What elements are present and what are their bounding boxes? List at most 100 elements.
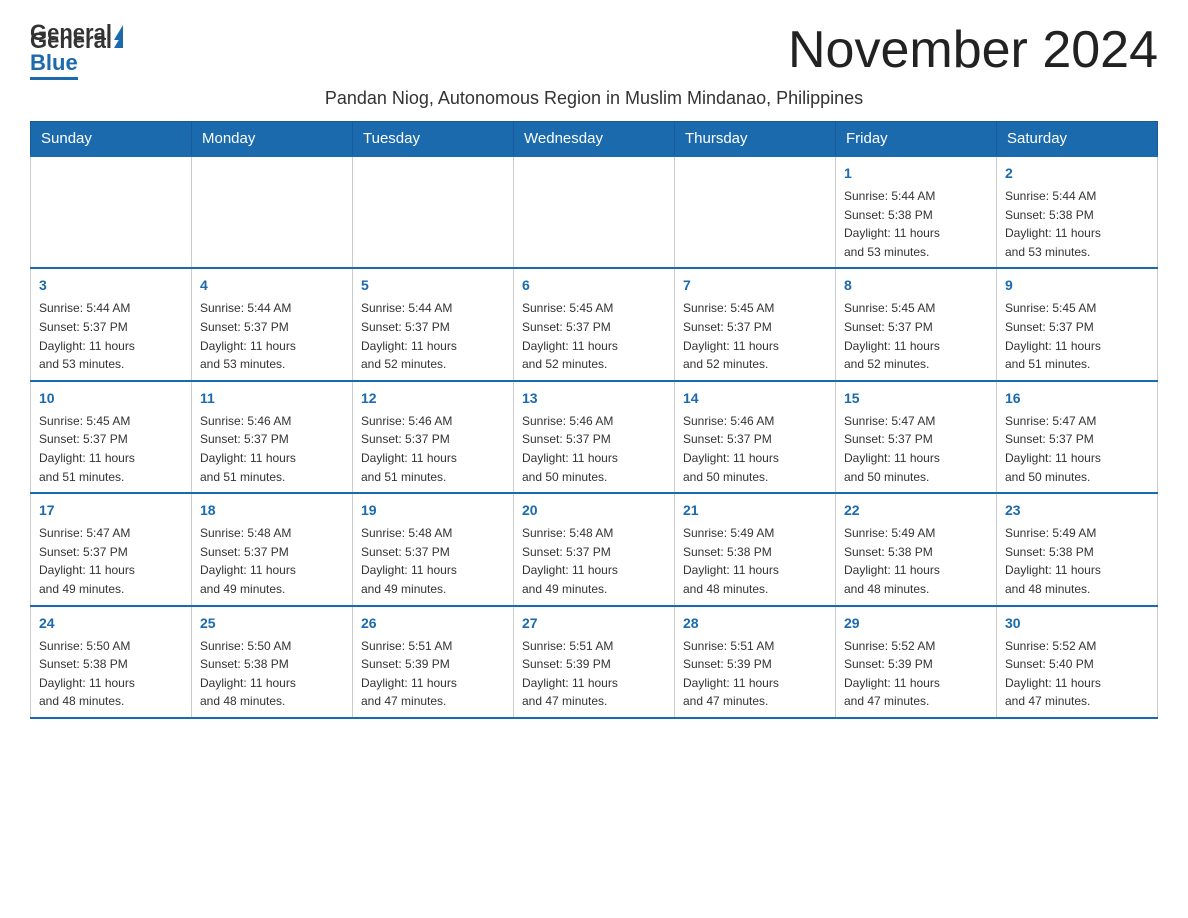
logo-blue-text: Blue <box>30 50 78 75</box>
day-number: 20 <box>522 500 666 521</box>
day-info: Sunrise: 5:46 AM Sunset: 5:37 PM Dayligh… <box>361 412 505 486</box>
col-header-wednesday: Wednesday <box>514 122 675 157</box>
calendar-cell: 3 Sunrise: 5:44 AM Sunset: 5:37 PM Daylig… <box>31 268 192 380</box>
calendar-cell: 2 Sunrise: 5:44 AM Sunset: 5:38 PM Daylig… <box>997 156 1158 268</box>
subtitle: Pandan Niog, Autonomous Region in Muslim… <box>30 88 1158 109</box>
day-info: Sunrise: 5:51 AM Sunset: 5:39 PM Dayligh… <box>683 637 827 711</box>
day-number: 7 <box>683 275 827 296</box>
day-number: 4 <box>200 275 344 296</box>
calendar-header-row: SundayMondayTuesdayWednesdayThursdayFrid… <box>31 122 1158 157</box>
col-header-monday: Monday <box>192 122 353 157</box>
calendar-cell: 14 Sunrise: 5:46 AM Sunset: 5:37 PM Dayli… <box>675 381 836 493</box>
day-info: Sunrise: 5:44 AM Sunset: 5:38 PM Dayligh… <box>844 187 988 261</box>
day-info: Sunrise: 5:46 AM Sunset: 5:37 PM Dayligh… <box>522 412 666 486</box>
day-number: 2 <box>1005 163 1149 184</box>
day-number: 19 <box>361 500 505 521</box>
calendar-cell: 1 Sunrise: 5:44 AM Sunset: 5:38 PM Daylig… <box>836 156 997 268</box>
calendar-cell: 10 Sunrise: 5:45 AM Sunset: 5:37 PM Dayli… <box>31 381 192 493</box>
calendar-cell: 26Sunrise: 5:51 AM Sunset: 5:39 PM Dayli… <box>353 606 514 718</box>
col-header-saturday: Saturday <box>997 122 1158 157</box>
day-info: Sunrise: 5:51 AM Sunset: 5:39 PM Dayligh… <box>361 637 505 711</box>
calendar-week-2: 3 Sunrise: 5:44 AM Sunset: 5:37 PM Daylig… <box>31 268 1158 380</box>
day-number: 15 <box>844 388 988 409</box>
day-info: Sunrise: 5:48 AM Sunset: 5:37 PM Dayligh… <box>200 524 344 598</box>
day-info: Sunrise: 5:48 AM Sunset: 5:37 PM Dayligh… <box>522 524 666 598</box>
day-number: 11 <box>200 388 344 409</box>
day-info: Sunrise: 5:44 AM Sunset: 5:38 PM Dayligh… <box>1005 187 1149 261</box>
calendar-cell: 20 Sunrise: 5:48 AM Sunset: 5:37 PM Dayli… <box>514 493 675 605</box>
page-header: General General Blue November 2024 <box>30 20 1158 80</box>
calendar-cell: 22Sunrise: 5:49 AM Sunset: 5:38 PM Dayli… <box>836 493 997 605</box>
month-title: November 2024 <box>788 20 1158 80</box>
calendar-cell: 24 Sunrise: 5:50 AM Sunset: 5:38 PM Dayli… <box>31 606 192 718</box>
day-info: Sunrise: 5:50 AM Sunset: 5:38 PM Dayligh… <box>39 637 183 711</box>
day-info: Sunrise: 5:44 AM Sunset: 5:37 PM Dayligh… <box>361 299 505 373</box>
calendar-cell: 17Sunrise: 5:47 AM Sunset: 5:37 PM Dayli… <box>31 493 192 605</box>
calendar-cell: 25 Sunrise: 5:50 AM Sunset: 5:38 PM Dayli… <box>192 606 353 718</box>
day-number: 12 <box>361 388 505 409</box>
day-number: 28 <box>683 613 827 634</box>
day-number: 3 <box>39 275 183 296</box>
calendar-cell: 21 Sunrise: 5:49 AM Sunset: 5:38 PM Dayli… <box>675 493 836 605</box>
day-number: 24 <box>39 613 183 634</box>
day-info: Sunrise: 5:50 AM Sunset: 5:38 PM Dayligh… <box>200 637 344 711</box>
calendar-cell <box>31 156 192 268</box>
calendar-cell: 8 Sunrise: 5:45 AM Sunset: 5:37 PM Daylig… <box>836 268 997 380</box>
col-header-friday: Friday <box>836 122 997 157</box>
calendar-cell <box>514 156 675 268</box>
day-number: 6 <box>522 275 666 296</box>
calendar-cell: 4 Sunrise: 5:44 AM Sunset: 5:37 PM Daylig… <box>192 268 353 380</box>
day-info: Sunrise: 5:49 AM Sunset: 5:38 PM Dayligh… <box>844 524 988 598</box>
calendar-week-1: 1 Sunrise: 5:44 AM Sunset: 5:38 PM Daylig… <box>31 156 1158 268</box>
day-info: Sunrise: 5:52 AM Sunset: 5:39 PM Dayligh… <box>844 637 988 711</box>
day-info: Sunrise: 5:44 AM Sunset: 5:37 PM Dayligh… <box>200 299 344 373</box>
col-header-sunday: Sunday <box>31 122 192 157</box>
calendar-cell: 15 Sunrise: 5:47 AM Sunset: 5:37 PM Dayli… <box>836 381 997 493</box>
day-number: 9 <box>1005 275 1149 296</box>
calendar-cell <box>675 156 836 268</box>
day-info: Sunrise: 5:49 AM Sunset: 5:38 PM Dayligh… <box>1005 524 1149 598</box>
day-info: Sunrise: 5:49 AM Sunset: 5:38 PM Dayligh… <box>683 524 827 598</box>
calendar-cell: 23 Sunrise: 5:49 AM Sunset: 5:38 PM Dayli… <box>997 493 1158 605</box>
day-number: 1 <box>844 163 988 184</box>
calendar-cell: 13 Sunrise: 5:46 AM Sunset: 5:37 PM Dayli… <box>514 381 675 493</box>
logo-triangle-icon2 <box>114 33 123 48</box>
calendar-cell <box>192 156 353 268</box>
day-info: Sunrise: 5:45 AM Sunset: 5:37 PM Dayligh… <box>844 299 988 373</box>
logo: General General Blue <box>30 20 124 80</box>
day-info: Sunrise: 5:47 AM Sunset: 5:37 PM Dayligh… <box>844 412 988 486</box>
day-number: 25 <box>200 613 344 634</box>
col-header-thursday: Thursday <box>675 122 836 157</box>
day-number: 10 <box>39 388 183 409</box>
day-number: 23 <box>1005 500 1149 521</box>
calendar-cell: 12 Sunrise: 5:46 AM Sunset: 5:37 PM Dayli… <box>353 381 514 493</box>
day-info: Sunrise: 5:52 AM Sunset: 5:40 PM Dayligh… <box>1005 637 1149 711</box>
day-number: 13 <box>522 388 666 409</box>
calendar-cell: 18 Sunrise: 5:48 AM Sunset: 5:37 PM Dayli… <box>192 493 353 605</box>
calendar-cell: 19 Sunrise: 5:48 AM Sunset: 5:37 PM Dayli… <box>353 493 514 605</box>
calendar-cell: 6 Sunrise: 5:45 AM Sunset: 5:37 PM Daylig… <box>514 268 675 380</box>
day-number: 18 <box>200 500 344 521</box>
day-number: 8 <box>844 275 988 296</box>
day-info: Sunrise: 5:45 AM Sunset: 5:37 PM Dayligh… <box>1005 299 1149 373</box>
day-number: 14 <box>683 388 827 409</box>
calendar-cell: 7 Sunrise: 5:45 AM Sunset: 5:37 PM Daylig… <box>675 268 836 380</box>
calendar-week-3: 10 Sunrise: 5:45 AM Sunset: 5:37 PM Dayli… <box>31 381 1158 493</box>
calendar-cell: 5 Sunrise: 5:44 AM Sunset: 5:37 PM Daylig… <box>353 268 514 380</box>
day-info: Sunrise: 5:45 AM Sunset: 5:37 PM Dayligh… <box>39 412 183 486</box>
day-info: Sunrise: 5:45 AM Sunset: 5:37 PM Dayligh… <box>522 299 666 373</box>
calendar-cell: 28 Sunrise: 5:51 AM Sunset: 5:39 PM Dayli… <box>675 606 836 718</box>
calendar-cell: 29Sunrise: 5:52 AM Sunset: 5:39 PM Dayli… <box>836 606 997 718</box>
day-number: 30 <box>1005 613 1149 634</box>
day-number: 5 <box>361 275 505 296</box>
day-info: Sunrise: 5:45 AM Sunset: 5:37 PM Dayligh… <box>683 299 827 373</box>
calendar-week-4: 17Sunrise: 5:47 AM Sunset: 5:37 PM Dayli… <box>31 493 1158 605</box>
col-header-tuesday: Tuesday <box>353 122 514 157</box>
day-info: Sunrise: 5:48 AM Sunset: 5:37 PM Dayligh… <box>361 524 505 598</box>
calendar-week-5: 24 Sunrise: 5:50 AM Sunset: 5:38 PM Dayli… <box>31 606 1158 718</box>
day-info: Sunrise: 5:46 AM Sunset: 5:37 PM Dayligh… <box>683 412 827 486</box>
day-number: 21 <box>683 500 827 521</box>
day-info: Sunrise: 5:44 AM Sunset: 5:37 PM Dayligh… <box>39 299 183 373</box>
calendar-cell: 9 Sunrise: 5:45 AM Sunset: 5:37 PM Daylig… <box>997 268 1158 380</box>
calendar-table: SundayMondayTuesdayWednesdayThursdayFrid… <box>30 121 1158 719</box>
